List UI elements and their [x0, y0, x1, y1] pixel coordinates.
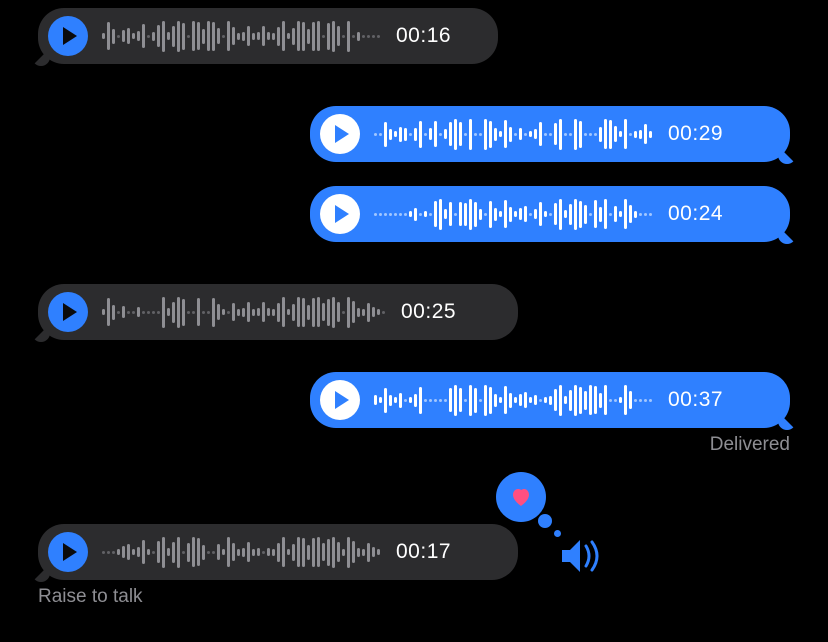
play-button[interactable] — [320, 114, 360, 154]
audio-duration: 00:25 — [401, 300, 456, 324]
audio-message-bubble[interactable]: 00:17 — [38, 524, 518, 580]
bubble-tail — [32, 48, 50, 66]
play-button[interactable] — [48, 532, 88, 572]
incoming-message[interactable]: 00:17 Raise to talk — [38, 524, 518, 608]
play-button[interactable] — [320, 194, 360, 234]
bubble-tail — [778, 146, 796, 164]
play-icon — [63, 303, 77, 321]
waveform[interactable] — [374, 116, 652, 152]
audio-message-bubble[interactable]: 00:24 — [310, 186, 790, 242]
reaction-tail — [554, 530, 561, 537]
audio-message-bubble[interactable]: 00:25 — [38, 284, 518, 340]
heart-reaction[interactable] — [496, 472, 546, 522]
outgoing-message[interactable]: 00:37 Delivered — [310, 372, 790, 456]
speaker-icon[interactable] — [558, 538, 602, 579]
waveform[interactable] — [102, 534, 380, 570]
play-icon — [335, 205, 349, 223]
raise-to-talk-hint: Raise to talk — [38, 586, 518, 608]
incoming-message[interactable]: 00:16 — [38, 8, 498, 64]
audio-message-bubble[interactable]: 00:29 — [310, 106, 790, 162]
waveform[interactable] — [102, 18, 380, 54]
bubble-tail — [778, 226, 796, 244]
bubble-tail — [778, 412, 796, 430]
play-icon — [63, 543, 77, 561]
reaction-tail — [538, 514, 552, 528]
audio-duration: 00:16 — [396, 24, 451, 48]
bubble-tail — [32, 564, 50, 582]
bubble-tail — [32, 324, 50, 342]
play-icon — [335, 391, 349, 409]
waveform[interactable] — [102, 294, 385, 330]
waveform[interactable] — [374, 382, 652, 418]
incoming-message[interactable]: 00:25 — [38, 284, 518, 340]
play-button[interactable] — [48, 16, 88, 56]
outgoing-message[interactable]: 00:29 — [310, 106, 790, 162]
audio-duration: 00:37 — [668, 388, 723, 412]
audio-duration: 00:24 — [668, 202, 723, 226]
waveform[interactable] — [374, 196, 652, 232]
play-button[interactable] — [320, 380, 360, 420]
play-icon — [335, 125, 349, 143]
play-button[interactable] — [48, 292, 88, 332]
delivery-status: Delivered — [310, 434, 790, 456]
audio-duration: 00:17 — [396, 540, 451, 564]
audio-message-bubble[interactable]: 00:16 — [38, 8, 498, 64]
audio-duration: 00:29 — [668, 122, 723, 146]
play-icon — [63, 27, 77, 45]
audio-message-bubble[interactable]: 00:37 — [310, 372, 790, 428]
outgoing-message[interactable]: 00:24 — [310, 186, 790, 242]
